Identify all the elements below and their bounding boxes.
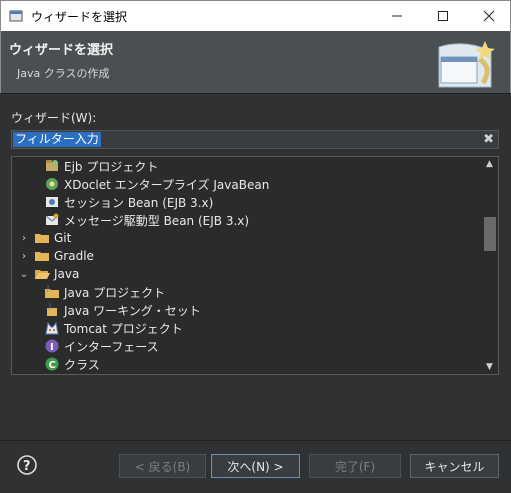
- wizard-label: ウィザード(W):: [11, 111, 97, 125]
- tree-item[interactable]: メッセージ駆動型 Bean (EJB 3.x): [44, 211, 249, 229]
- filter-input[interactable]: フィルター入力 ✖: [11, 130, 499, 149]
- window-title: ウィザードを選択: [31, 10, 128, 24]
- banner-heading: ウィザードを選択: [9, 43, 114, 58]
- finish-button[interactable]: 完了(F): [309, 454, 401, 478]
- chevron-right-icon[interactable]: ›: [18, 250, 30, 262]
- close-button[interactable]: [466, 1, 511, 31]
- wizard-banner-icon: [438, 41, 495, 88]
- header-divider: [0, 93, 511, 94]
- scroll-down-icon[interactable]: ▼: [481, 360, 498, 374]
- title-bar: ウィザードを選択: [0, 0, 511, 31]
- svg-text:J: J: [48, 302, 51, 310]
- wizard-tree[interactable]: Ejb プロジェクト XDoclet エンタープライズ JavaBean セッシ…: [11, 156, 499, 375]
- tree-item[interactable]: › Gradle: [18, 247, 94, 265]
- svg-text:I: I: [50, 342, 54, 353]
- tree-item[interactable]: XDoclet エンタープライズ JavaBean: [44, 175, 269, 193]
- maximize-button[interactable]: [420, 1, 466, 31]
- tree-item[interactable]: I インターフェース: [44, 337, 159, 355]
- tomcat-icon: [45, 321, 59, 335]
- svg-text:?: ?: [23, 459, 31, 474]
- maximize-icon: [438, 11, 448, 21]
- minimize-button[interactable]: [374, 1, 420, 31]
- interface-icon: I: [45, 339, 59, 353]
- help-icon[interactable]: ?: [17, 455, 37, 475]
- ejb-project-icon: [46, 160, 58, 171]
- tree-item[interactable]: Ejb プロジェクト: [44, 157, 158, 175]
- tree-item[interactable]: セッション Bean (EJB 3.x): [44, 193, 213, 211]
- class-icon: C: [45, 357, 59, 371]
- folder-open-icon: [35, 270, 50, 279]
- close-icon: [483, 10, 495, 22]
- folder-icon: [35, 252, 49, 261]
- working-set-icon: J: [47, 302, 57, 316]
- scroll-up-icon[interactable]: ▲: [481, 157, 498, 171]
- wizard-banner: ウィザードを選択 Java クラスの作成: [0, 31, 511, 93]
- chevron-down-icon[interactable]: ⌄: [18, 268, 30, 280]
- svg-text:C: C: [49, 360, 56, 371]
- message-bean-icon: [45, 213, 59, 225]
- tree-item[interactable]: ⌄ Java: [18, 265, 80, 283]
- next-button[interactable]: 次へ(N) >: [211, 454, 300, 478]
- eclipse-app-icon: [9, 10, 23, 22]
- xdoclet-bean-icon: [46, 178, 58, 190]
- banner-subtitle: Java クラスの作成: [17, 67, 110, 80]
- java-project-icon: J: [45, 284, 59, 298]
- tree-item[interactable]: J Java ワーキング・セット: [44, 301, 201, 319]
- minimize-icon: [392, 15, 402, 17]
- tree-item[interactable]: J Java プロジェクト: [44, 283, 165, 301]
- tree-item[interactable]: Tomcat プロジェクト: [44, 319, 183, 337]
- footer-divider: [0, 440, 511, 441]
- tree-item[interactable]: C クラス: [44, 355, 100, 373]
- tree-item[interactable]: › Git: [18, 229, 71, 247]
- folder-icon: [35, 234, 49, 243]
- chevron-right-icon[interactable]: ›: [18, 232, 30, 244]
- cancel-button[interactable]: キャンセル: [410, 454, 499, 478]
- session-bean-icon: [46, 197, 58, 207]
- tree-scrollbar[interactable]: ▲ ▼: [481, 157, 498, 374]
- scroll-thumb[interactable]: [484, 217, 496, 251]
- filter-text[interactable]: フィルター入力: [13, 132, 101, 147]
- svg-text:J: J: [46, 284, 49, 292]
- back-button[interactable]: < 戻る(B): [119, 454, 206, 478]
- clear-filter-icon[interactable]: ✖: [483, 132, 494, 147]
